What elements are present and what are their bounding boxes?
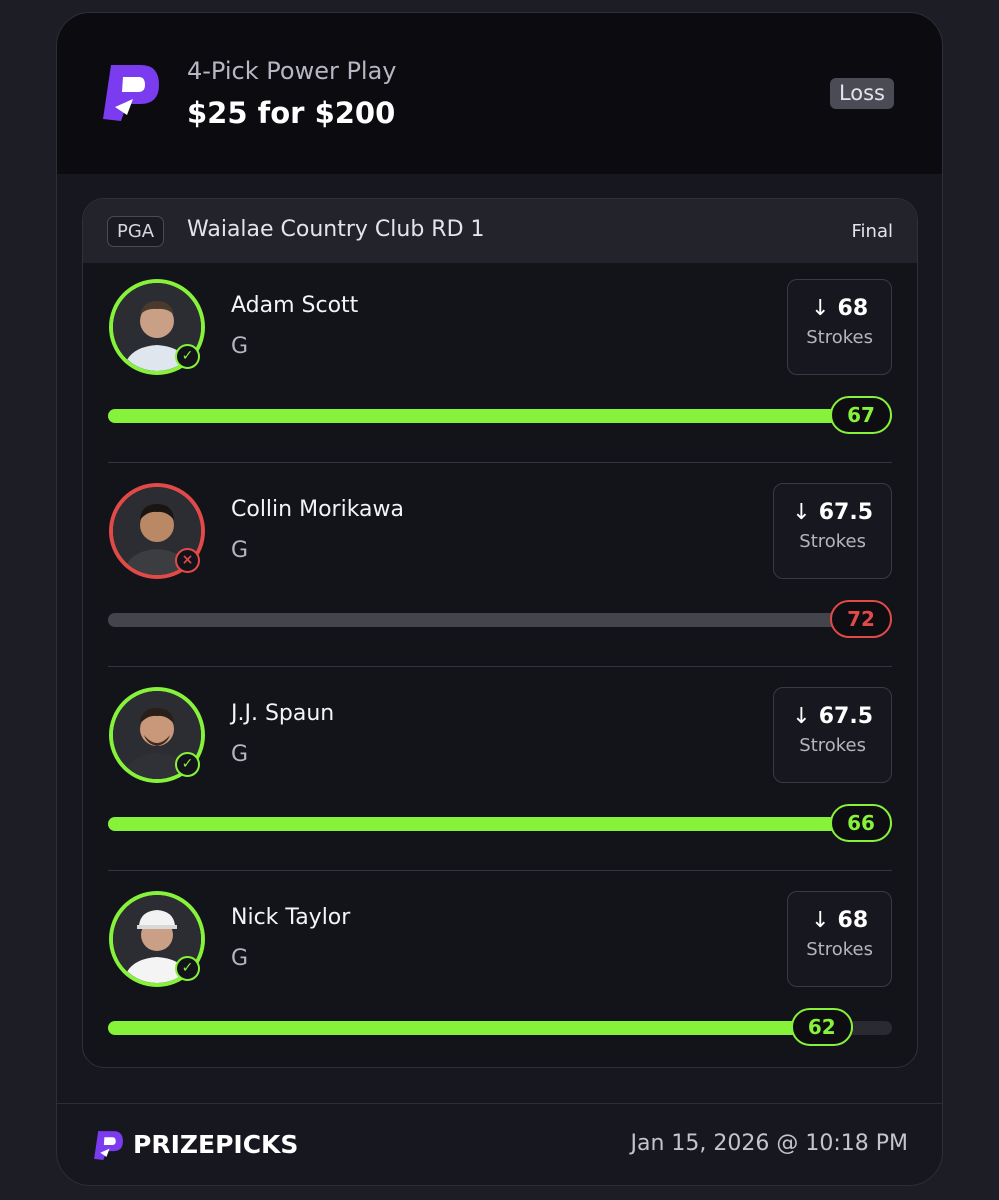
event-title: Waialae Country Club RD 1 [187, 217, 485, 242]
entry-timestamp: Jan 15, 2026 @ 10:18 PM [630, 1131, 908, 1156]
player-position: G [231, 334, 249, 359]
progress-track: 62 [108, 1008, 892, 1046]
progress-track: 66 [108, 804, 892, 842]
player-position: G [231, 742, 249, 767]
arrow-down-icon: ↓ [792, 704, 811, 729]
pick-row[interactable]: ✓ Adam Scott G ↓ 68 Strokes 67 [83, 263, 917, 467]
league-tag: PGA [107, 216, 165, 247]
progress-fill [108, 817, 892, 831]
player-name: Collin Morikawa [231, 497, 405, 522]
projection-stat: Strokes [799, 735, 867, 756]
divider [108, 462, 892, 463]
player-position: G [231, 946, 249, 971]
divider [108, 870, 892, 871]
projection-line: 68 [837, 908, 869, 933]
player-name: Nick Taylor [231, 905, 351, 930]
projection-box: ↓ 67.5 Strokes [773, 687, 892, 783]
arrow-down-icon: ↓ [811, 296, 830, 321]
event-status: Final [851, 221, 893, 242]
arrow-down-icon: ↓ [811, 908, 830, 933]
entry-card: 4-Pick Power Play $25 for $200 Loss PGA … [56, 12, 943, 1186]
divider [108, 666, 892, 667]
projection-line: 67.5 [818, 704, 873, 729]
prizepicks-logo-icon [103, 65, 159, 121]
win-check-icon: ✓ [175, 752, 200, 777]
prizepicks-logo-icon [94, 1131, 123, 1160]
pick-row[interactable]: ✓ J.J. Spaun G ↓ 67.5 Strokes 66 [83, 671, 917, 875]
arrow-down-icon: ↓ [792, 500, 811, 525]
player-name: Adam Scott [231, 293, 359, 318]
progress-track: 72 [108, 600, 892, 638]
brand-name: PRIZEPICKS [133, 1130, 299, 1159]
projection-line: 68 [837, 296, 869, 321]
win-check-icon: ✓ [175, 956, 200, 981]
actual-score: 72 [830, 600, 892, 638]
progress-track: 67 [108, 396, 892, 434]
projection-box: ↓ 67.5 Strokes [773, 483, 892, 579]
progress-fill [108, 409, 892, 423]
actual-score: 62 [790, 1008, 853, 1046]
projection-stat: Strokes [806, 939, 873, 960]
projection-line: 67.5 [818, 500, 873, 525]
loss-x-icon: × [175, 548, 200, 573]
actual-score: 67 [830, 396, 892, 434]
event-header: PGA Waialae Country Club RD 1 Final [83, 199, 917, 263]
footer-divider [57, 1103, 942, 1104]
win-check-icon: ✓ [175, 344, 200, 369]
progress-fill [108, 613, 892, 627]
projection-box: ↓ 68 Strokes [787, 891, 892, 987]
status-badge: Loss [829, 78, 894, 109]
player-name: J.J. Spaun [231, 701, 335, 726]
play-type: 4-Pick Power Play [187, 57, 397, 85]
actual-score: 66 [830, 804, 892, 842]
pick-row[interactable]: × Collin Morikawa G ↓ 67.5 Strokes 72 [83, 467, 917, 671]
projection-stat: Strokes [806, 327, 873, 348]
player-position: G [231, 538, 249, 563]
entry-header: 4-Pick Power Play $25 for $200 Loss [57, 13, 942, 174]
projection-stat: Strokes [799, 531, 867, 552]
wager-payout: $25 for $200 [187, 96, 396, 130]
pick-row[interactable]: ✓ Nick Taylor G ↓ 68 Strokes 62 [83, 875, 917, 1067]
picks-panel: PGA Waialae Country Club RD 1 Final ✓ Ad… [82, 198, 918, 1068]
progress-fill [108, 1021, 853, 1035]
projection-box: ↓ 68 Strokes [787, 279, 892, 375]
